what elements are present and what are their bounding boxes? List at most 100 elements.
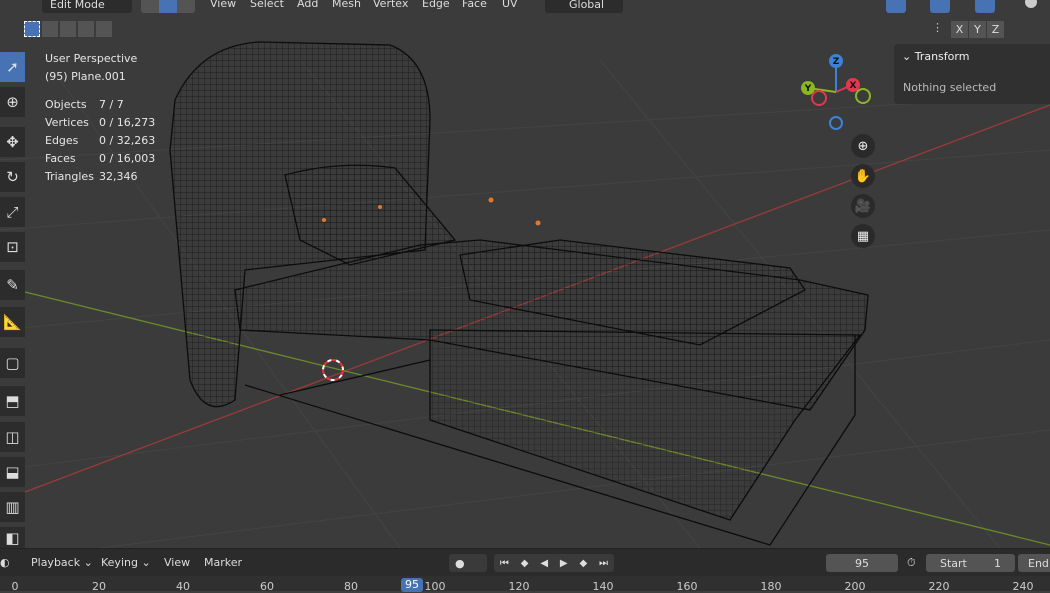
overlay-toggle[interactable]	[930, 0, 950, 13]
stat-label: Faces	[45, 152, 76, 165]
select-new-icon[interactable]	[24, 21, 40, 37]
orientation-dropdown[interactable]: Global	[545, 0, 623, 13]
menu-edge[interactable]: Edge	[422, 0, 450, 10]
transform-empty-text: Nothing selected	[903, 81, 997, 94]
play-reverse-icon[interactable]: ◀	[540, 558, 548, 569]
chevron-down-icon: ⌄	[902, 50, 912, 63]
transform-panel-header[interactable]: ⌄ Transform	[902, 50, 969, 63]
gizmo-toggle[interactable]	[886, 0, 906, 13]
transform-title: Transform	[914, 50, 970, 63]
play-icon[interactable]: ▶	[560, 558, 568, 569]
select-intersect-icon[interactable]	[96, 21, 112, 37]
viewport-stats: User Perspective (95) Plane.001 Objects 7…	[45, 50, 155, 186]
tool-measure[interactable]: 📐	[0, 307, 25, 337]
sofa-mesh	[169, 41, 869, 546]
perspective-grid-icon[interactable]: ▦	[851, 224, 875, 248]
menu-face[interactable]: Face	[462, 0, 487, 10]
keying-label: Keying	[101, 556, 138, 569]
stat-vertices: Vertices 0 / 16,273	[45, 114, 155, 132]
start-frame-field[interactable]: Start 1	[926, 554, 1015, 572]
tool-scale[interactable]: ⤢	[0, 197, 25, 227]
select-mode-buttons[interactable]	[141, 0, 195, 13]
tool-move[interactable]: ✥	[0, 127, 25, 157]
tool-add-cube[interactable]: ▢	[0, 348, 25, 378]
playback-menu[interactable]: Playback ⌄	[31, 556, 93, 569]
xray-toggle[interactable]	[975, 0, 995, 13]
stat-label: Edges	[45, 134, 79, 147]
menu-view[interactable]: View	[210, 0, 236, 10]
current-frame-field[interactable]: 95	[826, 554, 898, 572]
orientation-label: Global	[569, 0, 605, 11]
tool-bevel[interactable]: ⬓	[0, 457, 25, 487]
mode-label: Edit Mode	[50, 0, 105, 11]
mirror-icon: ⋮	[932, 21, 943, 34]
frame-tick: 20	[92, 580, 106, 593]
edge-select-button[interactable]	[159, 0, 177, 13]
menu-uv[interactable]: UV	[502, 0, 518, 10]
keying-menu[interactable]: Keying ⌄	[101, 556, 151, 569]
timeline-view-menu[interactable]: View	[164, 556, 190, 569]
gizmo-y-label: Y	[804, 84, 812, 94]
tool-knife[interactable]: ◧	[0, 527, 25, 548]
editor-type-icon[interactable]: ◐	[0, 556, 10, 569]
frame-tick: 100	[424, 580, 446, 593]
stopwatch-icon[interactable]: ⏱	[907, 556, 916, 570]
end-frame-field[interactable]: End	[1018, 554, 1050, 572]
camera-icon[interactable]: 🎥	[851, 194, 875, 218]
stat-value: 32,346	[99, 170, 138, 183]
transform-panel: ⌄ Transform Nothing selected	[894, 44, 1050, 104]
frame-tick: 240	[1012, 580, 1034, 593]
frame-tick: 200	[844, 580, 866, 593]
next-keyframe-icon[interactable]: ◆	[579, 558, 587, 569]
select-invert-icon[interactable]	[78, 21, 94, 37]
menu-add[interactable]: Add	[297, 0, 318, 10]
gizmo-z-label: Z	[833, 57, 840, 67]
solid-shading-icon[interactable]	[1025, 0, 1037, 8]
stat-label: Vertices	[45, 116, 89, 129]
timeline: ◐ Playback ⌄ Keying ⌄ View Marker ● ⏮ ◆ ◀ ▶…	[0, 548, 1050, 593]
tool-loop-cut[interactable]: ▥	[0, 492, 25, 522]
3d-viewport[interactable]: Z X Y Edit Mode View Select Add Mesh Ver…	[0, 0, 1050, 548]
auto-keying-button[interactable]: ●	[449, 554, 487, 572]
select-extend-icon[interactable]	[42, 21, 58, 37]
menu-mesh[interactable]: Mesh	[332, 0, 361, 10]
tool-inset[interactable]: ◫	[0, 422, 25, 452]
view-name: User Perspective	[45, 52, 138, 65]
select-box-modes[interactable]	[24, 21, 112, 37]
stat-objects: Objects 7 / 7	[45, 96, 155, 114]
tool-select-box[interactable]: ➚	[0, 52, 25, 82]
stat-faces: Faces 0 / 16,003	[45, 150, 155, 168]
frame-tick: 180	[760, 580, 782, 593]
tool-rotate[interactable]: ↻	[0, 162, 25, 192]
gizmo-x-label: X	[850, 81, 857, 91]
menu-select[interactable]: Select	[250, 0, 284, 10]
jump-start-icon[interactable]: ⏮	[500, 558, 509, 569]
tool-annotate[interactable]: ✎	[0, 270, 25, 300]
frame-tick: 0	[11, 580, 19, 593]
stat-edges: Edges 0 / 32,263	[45, 132, 155, 150]
mirror-y-button[interactable]: Y	[969, 21, 986, 38]
playhead[interactable]: 95	[401, 578, 423, 592]
prev-keyframe-icon[interactable]: ◆	[521, 558, 529, 569]
stat-label: Triangles	[45, 170, 94, 183]
marker-menu[interactable]: Marker	[204, 556, 242, 569]
stat-value: 0 / 32,263	[99, 134, 156, 147]
stat-label: Objects	[45, 98, 87, 111]
select-subtract-icon[interactable]	[60, 21, 76, 37]
playback-controls[interactable]: ⏮ ◆ ◀ ▶ ◆ ⏭	[494, 554, 614, 572]
end-label: End	[1028, 556, 1049, 570]
mirror-x-button[interactable]: X	[951, 21, 968, 38]
tool-transform[interactable]: ⊡	[0, 232, 25, 262]
timeline-header: ◐ Playback ⌄ Keying ⌄ View Marker ● ⏮ ◆ ◀ ▶…	[0, 549, 1050, 576]
jump-end-icon[interactable]: ⏭	[599, 558, 608, 569]
mirror-z-button[interactable]: Z	[987, 21, 1004, 38]
frame-tick: 160	[676, 580, 698, 593]
tool-extrude[interactable]: ⬒	[0, 386, 25, 416]
stat-value: 7 / 7	[99, 98, 124, 111]
mode-dropdown[interactable]: Edit Mode	[42, 0, 132, 13]
zoom-icon[interactable]: ⊕	[851, 134, 875, 158]
tool-cursor[interactable]: ⊕	[0, 87, 25, 117]
menu-vertex[interactable]: Vertex	[373, 0, 408, 10]
frame-tick: 60	[260, 580, 274, 593]
pan-hand-icon[interactable]: ✋	[851, 164, 875, 188]
